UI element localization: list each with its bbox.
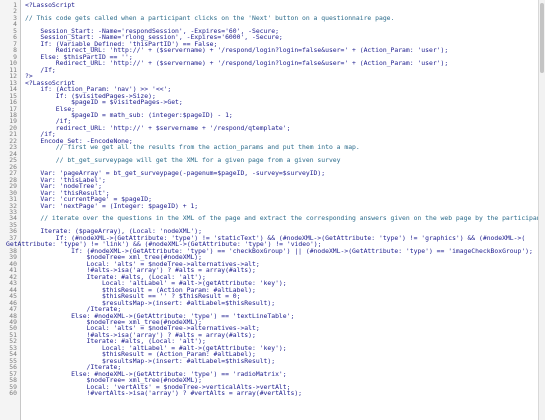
- code-text: !#vertAlts->isa('array') ? #vertAlts = a…: [25, 389, 303, 398]
- line-number: 60: [9, 389, 17, 398]
- vertical-scrollbar[interactable]: [538, 0, 545, 420]
- code-line[interactable]: 60 !#vertAlts->isa('array') ? #vertAlts …: [0, 389, 545, 398]
- code-editor[interactable]: 1 <?LassoScript 2 3// This code gets called…: [0, 0, 545, 420]
- scrollbar-thumb[interactable]: [540, 3, 544, 73]
- code-lines: 1 <?LassoScript 2 3// This code gets called…: [0, 2, 545, 397]
